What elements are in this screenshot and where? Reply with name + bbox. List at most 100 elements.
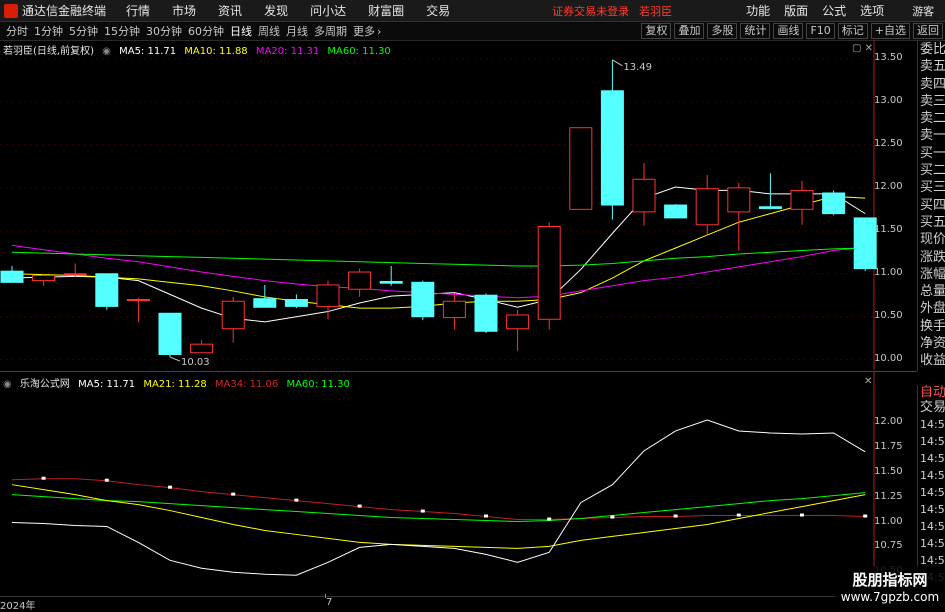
candle[interactable] (600, 59, 624, 220)
candle-body (664, 204, 688, 219)
candle[interactable] (727, 182, 751, 251)
y-tick-label: 13.50 (874, 52, 903, 63)
add-watchlist-button[interactable]: +自选 (870, 23, 910, 39)
candle[interactable] (822, 190, 846, 216)
f10-button[interactable]: F10 (806, 23, 835, 39)
candle[interactable] (95, 273, 119, 310)
menu-formula[interactable]: 公式 (822, 2, 846, 19)
candle-body (95, 273, 119, 307)
trade-time: 14:56 (920, 519, 945, 533)
candle[interactable] (758, 173, 782, 210)
menu-layout[interactable]: 版面 (784, 2, 808, 19)
candle[interactable] (853, 217, 877, 272)
candle[interactable] (442, 293, 466, 330)
stats-button[interactable]: 统计 (740, 23, 771, 39)
app-logo-icon (4, 3, 18, 18)
candle[interactable] (253, 284, 277, 308)
candlestick-chart[interactable]: 13.49 10.03 (0, 40, 917, 370)
candle[interactable] (158, 312, 182, 358)
candle[interactable] (32, 273, 56, 286)
period-timeshare[interactable]: 分时 (6, 23, 28, 39)
period-multi[interactable]: 多周期 (314, 23, 347, 39)
candle-body (632, 178, 656, 213)
candle-body (600, 90, 624, 206)
candle[interactable] (632, 162, 656, 226)
ind-y-tick-label: 10.75 (874, 540, 903, 552)
candle[interactable] (664, 204, 688, 219)
auto-label[interactable]: 自动 (918, 385, 945, 400)
candle[interactable] (63, 263, 87, 278)
period-15min[interactable]: 15分钟 (104, 23, 140, 39)
period-monthly[interactable]: 月线 (286, 23, 308, 39)
chevron-right-icon[interactable]: › (377, 25, 381, 38)
candle-body (790, 189, 814, 210)
back-button[interactable]: 返回 (913, 23, 943, 39)
signal-marker (231, 492, 236, 496)
quote-field-label: 买二 (920, 163, 945, 179)
candle[interactable] (0, 266, 24, 283)
mark-button[interactable]: 标记 (837, 23, 868, 39)
period-60min[interactable]: 60分钟 (188, 23, 224, 39)
period-5min[interactable]: 5分钟 (69, 23, 98, 39)
candle[interactable] (695, 174, 719, 236)
quote-panel: 委比 卖五 卖四 卖三 卖二 卖一 买一 买二 买三 买四 买五 现价 涨跌 涨幅 总量 外盘 换手 净资 收益 (917, 41, 945, 371)
menu-market[interactable]: 行情 (126, 2, 150, 19)
menu-markets[interactable]: 市场 (172, 2, 196, 19)
menu-wealth[interactable]: 财富圈 (368, 2, 404, 19)
period-more[interactable]: 更多 (353, 23, 375, 39)
y-tick-label: 10.50 (874, 309, 903, 321)
adjust-button[interactable]: 复权 (641, 23, 672, 39)
quote-field-label: 买五 (920, 214, 945, 230)
trade-time: 14:56 (920, 434, 945, 448)
candle[interactable] (348, 268, 372, 297)
candle[interactable] (411, 280, 435, 321)
candle[interactable] (474, 293, 498, 334)
draw-line-button[interactable]: 画线 (773, 23, 804, 39)
ma60-line (11, 247, 866, 267)
multi-stock-button[interactable]: 多股 (707, 23, 738, 39)
y-tick-label: 13.00 (874, 94, 903, 106)
candle[interactable] (790, 180, 814, 225)
candle[interactable] (569, 127, 593, 210)
candle[interactable] (190, 339, 214, 354)
menu-news[interactable]: 资讯 (218, 2, 242, 19)
trade-panel: 自动 交易 14:56 14:56 14:56 14:56 14:56 14:56 14:5… (917, 385, 945, 596)
candle-body (316, 284, 340, 307)
menu-options[interactable]: 选项 (860, 2, 884, 19)
overlay-button[interactable]: 叠加 (674, 23, 705, 39)
quote-field-label: 涨跌 (920, 249, 945, 265)
guest-user[interactable]: 游客 (912, 3, 934, 19)
menu-discover[interactable]: 发现 (264, 2, 288, 19)
candle[interactable] (316, 280, 340, 320)
y-tick-label: 11.50 (874, 223, 903, 235)
trade-label[interactable]: 交易 (918, 400, 945, 415)
quote-field-label: 卖四 (920, 76, 945, 92)
candle[interactable] (221, 296, 245, 343)
menu-trade[interactable]: 交易 (426, 2, 450, 19)
candle[interactable] (379, 266, 403, 286)
trade-time: 14:56 (920, 502, 945, 516)
period-1min[interactable]: 1分钟 (34, 23, 63, 39)
period-weekly[interactable]: 周线 (258, 23, 280, 39)
quote-field-label: 买三 (920, 180, 945, 196)
candle-body (284, 299, 308, 307)
menu-ask[interactable]: 问小达 (310, 2, 346, 19)
period-daily[interactable]: 日线 (230, 23, 252, 39)
trade-time: 14:56 (920, 417, 945, 431)
quote-field-label: 卖一 (920, 128, 945, 144)
trade-time: 14:56 (920, 468, 945, 482)
signal-marker (357, 504, 362, 508)
candle[interactable] (126, 297, 150, 322)
candle[interactable] (284, 294, 308, 309)
menu-function[interactable]: 功能 (746, 2, 770, 19)
candle[interactable] (506, 309, 530, 352)
candle[interactable] (537, 222, 561, 330)
quote-field-label: 卖五 (920, 59, 945, 75)
login-warning[interactable]: 证券交易未登录 (552, 3, 629, 19)
signal-marker (104, 478, 109, 482)
stock-name: 若羽臣 (639, 4, 673, 18)
y-tick-label: 10.00 (874, 352, 903, 364)
signal-marker (484, 514, 488, 518)
indicator-chart[interactable] (0, 372, 917, 596)
period-30min[interactable]: 30分钟 (146, 23, 182, 39)
